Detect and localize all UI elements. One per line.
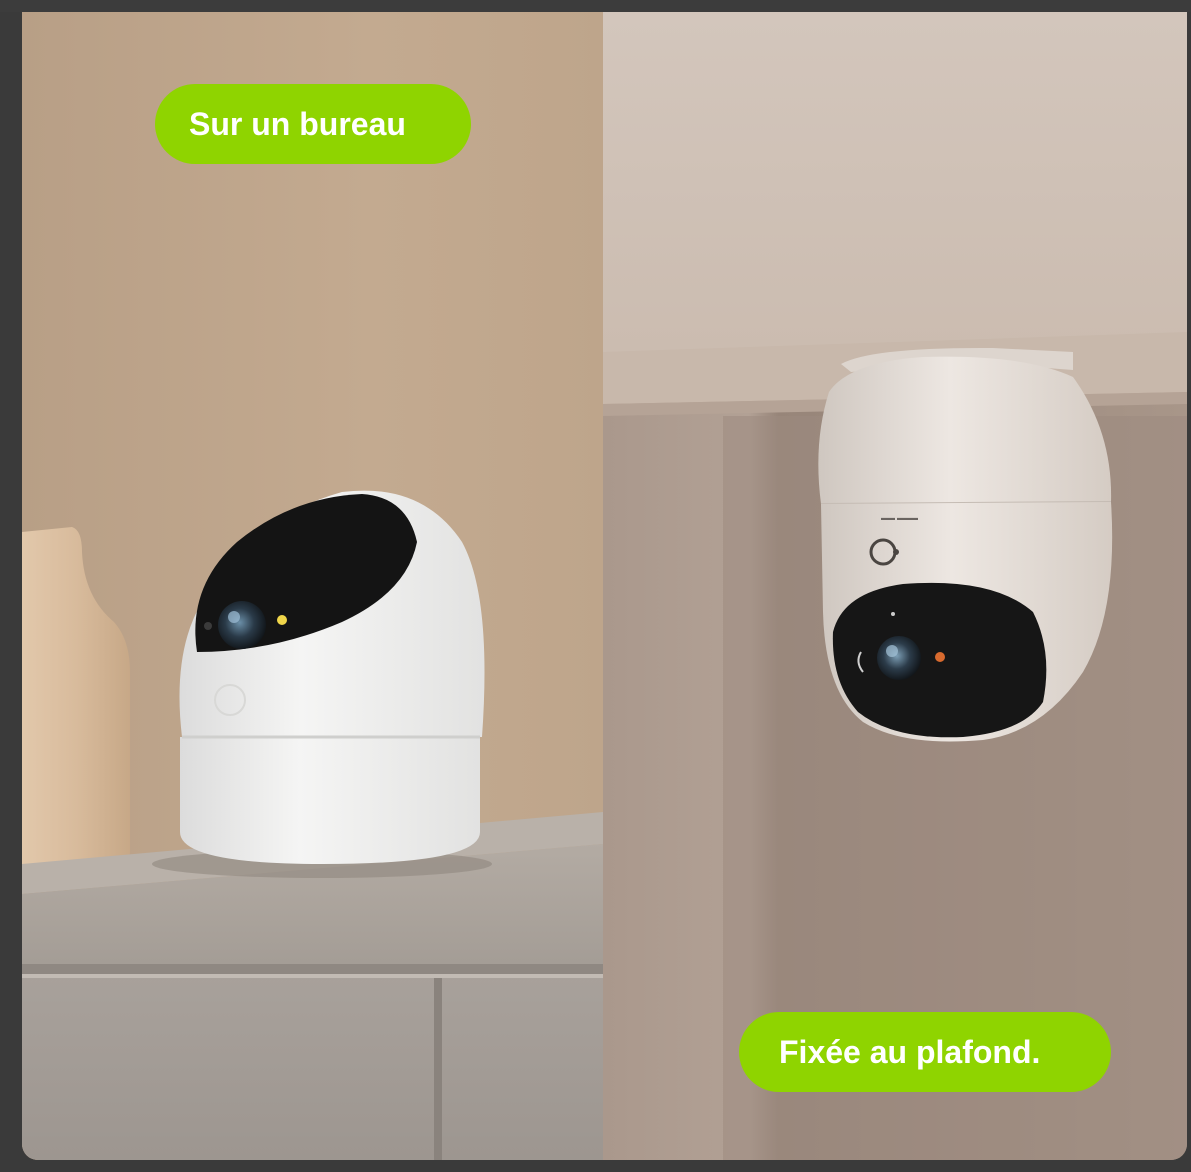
ceiling-scene-photo: ▬▬ ▬▬▬ bbox=[603, 12, 1187, 1160]
ceiling-mount-label: Fixée au plafond. bbox=[739, 1012, 1111, 1092]
desk-mount-label: Sur un bureau bbox=[155, 84, 471, 164]
product-image-frame: Sur un bureau ▬▬ ▬▬▬ Fixée au plafond. bbox=[0, 0, 1191, 1172]
top-border bbox=[0, 0, 1191, 12]
ceiling-scene-illustration: ▬▬ ▬▬▬ bbox=[603, 12, 1187, 1160]
svg-text:▬▬ ▬▬▬: ▬▬ ▬▬▬ bbox=[881, 515, 918, 522]
desk-scene-photo: Sur un bureau bbox=[22, 12, 603, 1160]
desk-scene-illustration bbox=[22, 12, 603, 1160]
